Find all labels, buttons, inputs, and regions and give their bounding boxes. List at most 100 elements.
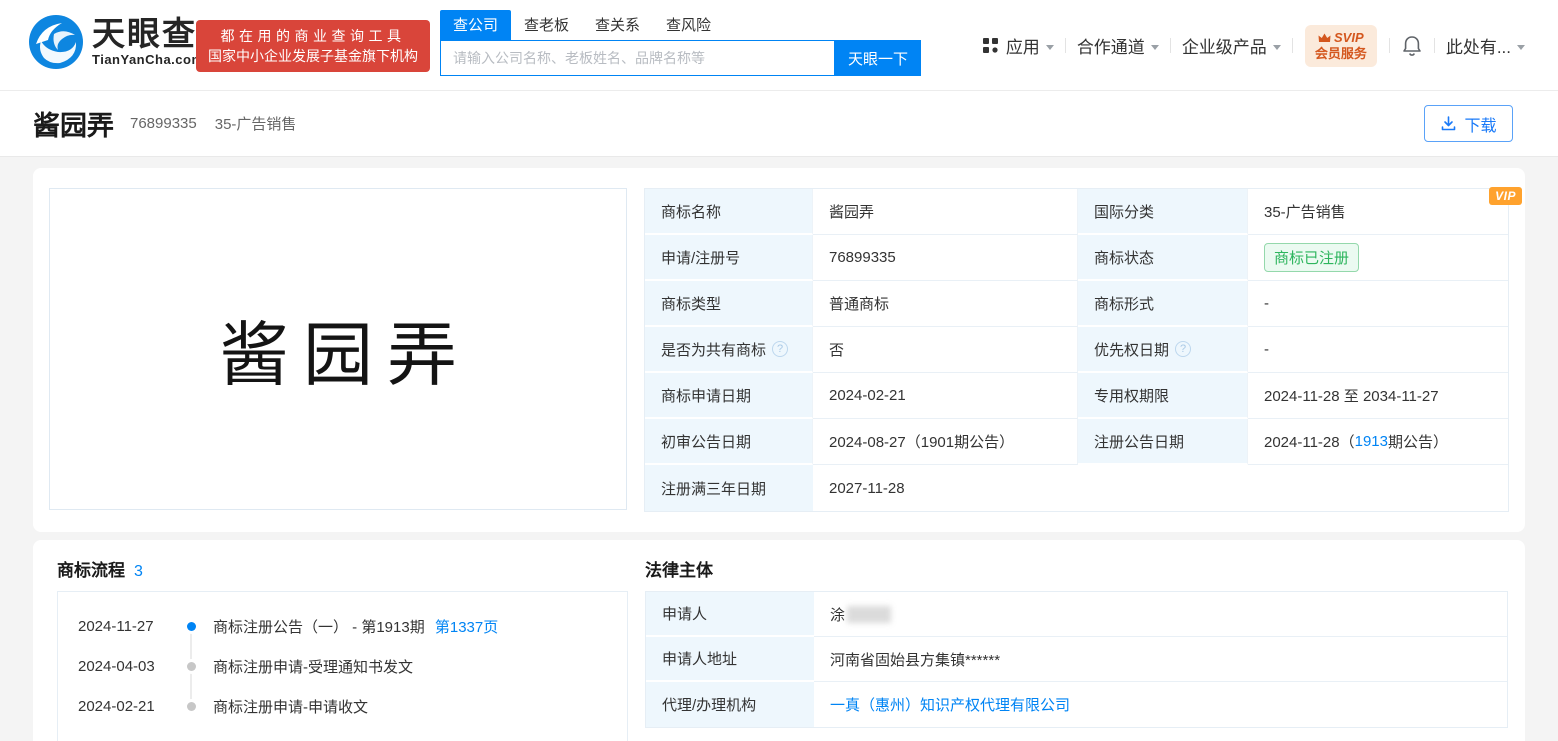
legal-label: 申请人地址 — [646, 637, 814, 682]
tab-search-boss[interactable]: 查老板 — [511, 10, 582, 40]
search-tabs: 查公司 查老板 查关系 查风险 — [440, 10, 921, 40]
applicant-address: 河南省固始县方集镇****** — [814, 637, 1507, 682]
info-label: 初审公告日期 — [645, 419, 813, 465]
timeline-date: 2024-02-21 — [78, 698, 178, 715]
search-input[interactable] — [440, 40, 835, 76]
trademark-process-section: 商标流程 3 2024-11-27 商标注册公告（一） - 第1913期 第13… — [57, 556, 628, 741]
nav-enterprise-label: 企业级产品 — [1182, 33, 1267, 58]
chevron-down-icon — [1517, 45, 1525, 50]
brand-logo[interactable]: 天眼查 TianYanCha.com — [28, 14, 204, 70]
legal-entity-table: 申请人 涂 申请人地址 河南省固始县方集镇****** 代理/办理机构 一真（惠… — [645, 591, 1508, 728]
nav-user-label: 此处有... — [1446, 33, 1511, 58]
info-label: 商标类型 — [645, 281, 813, 327]
slogan-line1: 都在用的商业查询工具 — [206, 26, 420, 46]
timeline-dot-icon — [187, 662, 196, 671]
slogan-badge: 都在用的商业查询工具 国家中小企业发展子基金旗下机构 — [196, 20, 430, 72]
info-value: 酱园弄 — [813, 189, 1078, 235]
apps-grid-icon — [982, 37, 999, 54]
bottom-card: 商标流程 3 2024-11-27 商标注册公告（一） - 第1913期 第13… — [33, 540, 1525, 741]
process-count: 3 — [134, 563, 143, 581]
tab-search-relation[interactable]: 查关系 — [582, 10, 653, 40]
chevron-down-icon — [1151, 45, 1159, 50]
info-value: 2027-11-28 — [813, 465, 1508, 511]
svip-label-top: SVIP — [1334, 30, 1364, 46]
process-section-title: 商标流程 — [57, 556, 125, 581]
process-timeline: 2024-11-27 商标注册公告（一） - 第1913期 第1337页 202… — [57, 591, 628, 741]
info-value: 35-广告销售 — [1248, 189, 1508, 235]
info-value: 2024-11-28 至 2034-11-27 — [1248, 373, 1508, 419]
trademark-image: 酱园弄 — [49, 188, 627, 510]
info-label: 商标状态 — [1078, 235, 1248, 281]
info-value: 76899335 — [813, 235, 1078, 281]
top-nav: 应用 合作通道 企业级产品 SVIP 会员服务 — [971, 0, 1536, 91]
timeline-dot-icon — [187, 702, 196, 711]
tab-search-risk[interactable]: 查风险 — [653, 10, 724, 40]
timeline-item: 2024-04-03 商标注册申请-受理通知书发文 — [58, 646, 627, 686]
info-value: - — [1248, 281, 1508, 327]
timeline-text: 商标注册公告（一） - 第1913期 第1337页 — [213, 616, 498, 637]
info-value: 2024-08-27（1901期公告） — [813, 419, 1078, 465]
page-title: 酱园弄 — [33, 104, 114, 143]
nav-user-menu[interactable]: 此处有... — [1435, 33, 1536, 58]
search-module: 查公司 查老板 查关系 查风险 天眼一下 — [440, 10, 921, 76]
download-button[interactable]: 下载 — [1424, 105, 1513, 142]
timeline-date: 2024-11-27 — [78, 618, 178, 635]
timeline-event: 商标注册公告（一） - 第1913期 — [213, 619, 425, 636]
help-icon[interactable]: ? — [1175, 341, 1191, 357]
info-label: 国际分类 — [1078, 189, 1248, 235]
redacted-text-mask — [847, 606, 891, 623]
svip-member-badge[interactable]: SVIP 会员服务 — [1305, 25, 1377, 67]
info-label: 注册公告日期 — [1078, 419, 1248, 465]
info-value: 2024-11-28（1913期公告） — [1248, 419, 1508, 465]
applicant-name: 涂 — [830, 604, 845, 625]
info-label: 优先权日期 ? — [1078, 327, 1248, 373]
download-label: 下载 — [1464, 112, 1496, 136]
tab-search-company[interactable]: 查公司 — [440, 10, 511, 40]
info-label: 注册满三年日期 — [645, 465, 813, 511]
info-value-text: 期公告） — [1388, 431, 1448, 452]
nav-partner-channel[interactable]: 合作通道 — [1066, 33, 1170, 58]
gazette-page-link[interactable]: 第1337页 — [435, 619, 498, 636]
info-value: 普通商标 — [813, 281, 1078, 327]
page-content: 酱园弄 商标名称 酱园弄 国际分类 35-广告销售 申请/注册号 7689933… — [0, 157, 1558, 741]
legal-label: 申请人 — [646, 592, 814, 637]
trademark-info-card: 酱园弄 商标名称 酱园弄 国际分类 35-广告销售 申请/注册号 7689933… — [33, 168, 1525, 532]
nav-divider — [1292, 38, 1293, 53]
trademark-info-table: 商标名称 酱园弄 国际分类 35-广告销售 申请/注册号 76899335 商标… — [644, 188, 1509, 512]
timeline-item: 2024-02-21 商标注册申请-申请收文 — [58, 686, 627, 726]
legal-value: 涂 — [814, 592, 1507, 637]
help-icon[interactable]: ? — [772, 341, 788, 357]
bell-icon — [1402, 35, 1422, 57]
timeline-event: 商标注册申请-申请收文 — [213, 696, 368, 717]
svip-label-bottom: 会员服务 — [1315, 46, 1367, 62]
chevron-down-icon — [1046, 45, 1054, 50]
info-value-text: 2024-11-28（ — [1264, 431, 1355, 452]
page-title-bar: 酱园弄 76899335 35-广告销售 VIP 下载 — [0, 91, 1558, 157]
legal-label: 代理/办理机构 — [646, 682, 814, 727]
legal-value: 一真（惠州）知识产权代理有限公司 — [814, 682, 1507, 727]
search-button[interactable]: 天眼一下 — [835, 40, 921, 76]
gazette-issue-link[interactable]: 1913 — [1355, 433, 1388, 450]
tianyancha-logo-icon — [28, 14, 84, 70]
status-badge: 商标已注册 — [1264, 243, 1359, 272]
legal-section-title: 法律主体 — [645, 556, 713, 581]
notifications-button[interactable] — [1390, 35, 1434, 57]
info-label-text: 是否为共有商标 — [661, 339, 766, 360]
international-class: 35-广告销售 — [215, 113, 297, 134]
info-value: 否 — [813, 327, 1078, 373]
nav-enterprise-products[interactable]: 企业级产品 — [1171, 33, 1292, 58]
crown-icon — [1318, 33, 1331, 43]
brand-name: 天眼查 — [92, 17, 204, 52]
info-value: 2024-02-21 — [813, 373, 1078, 419]
agency-link[interactable]: 一真（惠州）知识产权代理有限公司 — [830, 694, 1070, 715]
vip-tag: VIP — [1489, 187, 1522, 205]
info-value: - — [1248, 327, 1508, 373]
timeline-event: 商标注册申请-受理通知书发文 — [213, 656, 413, 677]
site-header: 天眼查 TianYanCha.com 都在用的商业查询工具 国家中小企业发展子基… — [0, 0, 1558, 91]
trademark-image-text: 酱园弄 — [205, 299, 471, 400]
registration-number: 76899335 — [130, 115, 197, 132]
nav-apps[interactable]: 应用 — [971, 33, 1065, 58]
brand-domain: TianYanCha.com — [92, 52, 204, 67]
slogan-line2: 国家中小企业发展子基金旗下机构 — [206, 46, 420, 66]
info-label: 是否为共有商标 ? — [645, 327, 813, 373]
